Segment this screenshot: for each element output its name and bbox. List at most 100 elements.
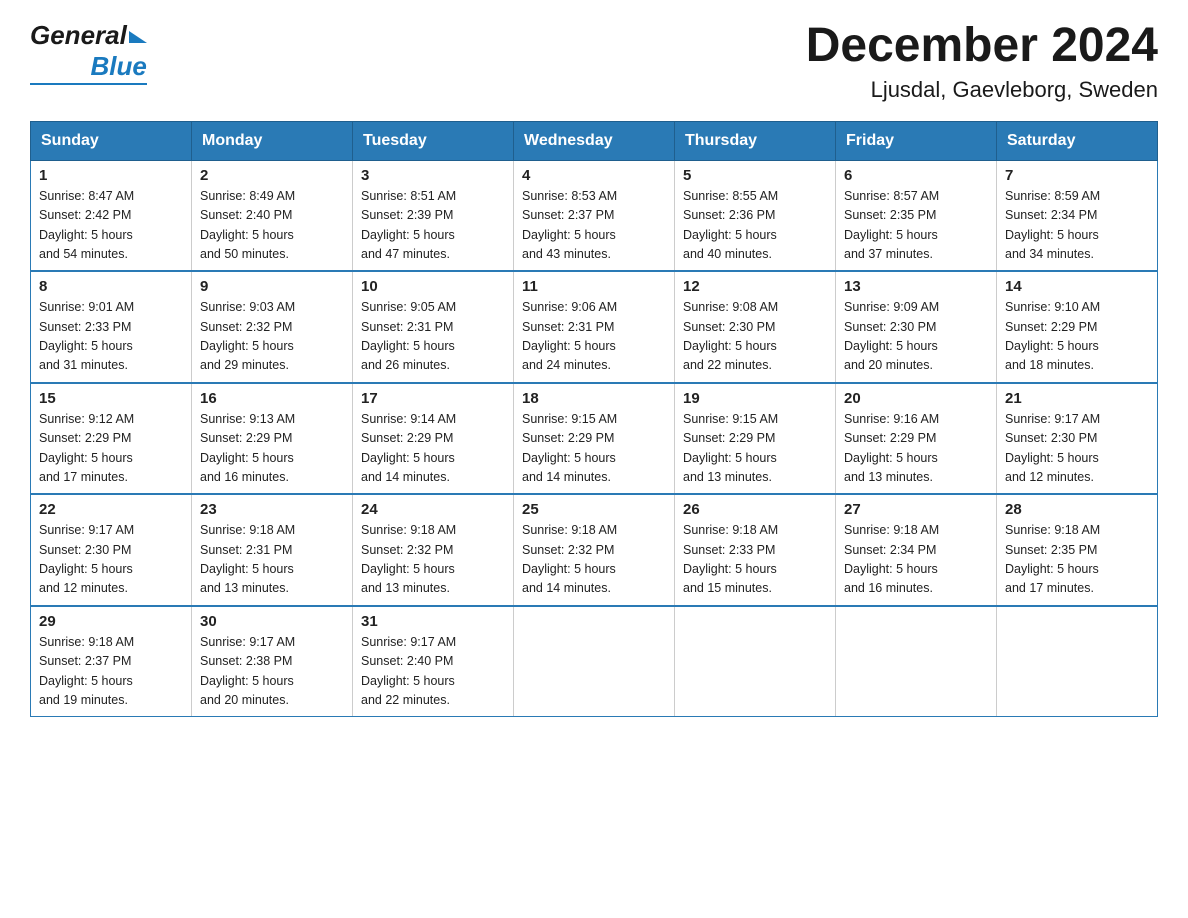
calendar-cell: 4 Sunrise: 8:53 AMSunset: 2:37 PMDaylight… bbox=[514, 160, 675, 271]
calendar-cell: 7 Sunrise: 8:59 AMSunset: 2:34 PMDaylight… bbox=[997, 160, 1158, 271]
day-number: 6 bbox=[844, 167, 988, 184]
calendar-header-thursday: Thursday bbox=[675, 121, 836, 160]
day-info: Sunrise: 9:17 AMSunset: 2:30 PMDaylight:… bbox=[39, 521, 183, 599]
day-number: 21 bbox=[1005, 390, 1149, 407]
calendar-cell bbox=[836, 606, 997, 717]
day-info: Sunrise: 8:59 AMSunset: 2:34 PMDaylight:… bbox=[1005, 187, 1149, 265]
calendar-cell: 12 Sunrise: 9:08 AMSunset: 2:30 PMDayligh… bbox=[675, 271, 836, 383]
calendar-cell: 25 Sunrise: 9:18 AMSunset: 2:32 PMDayligh… bbox=[514, 494, 675, 606]
day-info: Sunrise: 9:14 AMSunset: 2:29 PMDaylight:… bbox=[361, 410, 505, 488]
calendar-cell bbox=[997, 606, 1158, 717]
day-number: 30 bbox=[200, 613, 344, 630]
calendar-cell: 14 Sunrise: 9:10 AMSunset: 2:29 PMDayligh… bbox=[997, 271, 1158, 383]
logo-underline bbox=[30, 83, 147, 85]
day-number: 26 bbox=[683, 501, 827, 518]
day-info: Sunrise: 9:10 AMSunset: 2:29 PMDaylight:… bbox=[1005, 298, 1149, 376]
calendar-cell bbox=[675, 606, 836, 717]
calendar-cell: 29 Sunrise: 9:18 AMSunset: 2:37 PMDayligh… bbox=[31, 606, 192, 717]
day-number: 28 bbox=[1005, 501, 1149, 518]
day-info: Sunrise: 9:08 AMSunset: 2:30 PMDaylight:… bbox=[683, 298, 827, 376]
day-info: Sunrise: 9:12 AMSunset: 2:29 PMDaylight:… bbox=[39, 410, 183, 488]
calendar-cell: 30 Sunrise: 9:17 AMSunset: 2:38 PMDayligh… bbox=[192, 606, 353, 717]
calendar-cell: 22Sunrise: 9:17 AMSunset: 2:30 PMDayligh… bbox=[31, 494, 192, 606]
day-number: 27 bbox=[844, 501, 988, 518]
day-number: 17 bbox=[361, 390, 505, 407]
calendar-header-saturday: Saturday bbox=[997, 121, 1158, 160]
calendar-header-wednesday: Wednesday bbox=[514, 121, 675, 160]
day-info: Sunrise: 9:18 AMSunset: 2:32 PMDaylight:… bbox=[361, 521, 505, 599]
day-info: Sunrise: 8:53 AMSunset: 2:37 PMDaylight:… bbox=[522, 187, 666, 265]
page-title: December 2024 bbox=[806, 20, 1158, 73]
page-subtitle: Ljusdal, Gaevleborg, Sweden bbox=[806, 77, 1158, 103]
day-info: Sunrise: 9:15 AMSunset: 2:29 PMDaylight:… bbox=[683, 410, 827, 488]
day-number: 18 bbox=[522, 390, 666, 407]
calendar-header-sunday: Sunday bbox=[31, 121, 192, 160]
day-number: 14 bbox=[1005, 278, 1149, 295]
day-info: Sunrise: 9:18 AMSunset: 2:37 PMDaylight:… bbox=[39, 633, 183, 711]
page-header: General Blue December 2024 Ljusdal, Gaev… bbox=[30, 20, 1158, 103]
day-info: Sunrise: 9:18 AMSunset: 2:31 PMDaylight:… bbox=[200, 521, 344, 599]
calendar-cell: 5Sunrise: 8:55 AMSunset: 2:36 PMDaylight… bbox=[675, 160, 836, 271]
day-info: Sunrise: 9:09 AMSunset: 2:30 PMDaylight:… bbox=[844, 298, 988, 376]
day-info: Sunrise: 9:05 AMSunset: 2:31 PMDaylight:… bbox=[361, 298, 505, 376]
calendar-week-row: 22Sunrise: 9:17 AMSunset: 2:30 PMDayligh… bbox=[31, 494, 1158, 606]
calendar-header-row: SundayMondayTuesdayWednesdayThursdayFrid… bbox=[31, 121, 1158, 160]
calendar-week-row: 15Sunrise: 9:12 AMSunset: 2:29 PMDayligh… bbox=[31, 383, 1158, 495]
logo-blue-text: Blue bbox=[90, 51, 146, 82]
calendar-cell: 27Sunrise: 9:18 AMSunset: 2:34 PMDayligh… bbox=[836, 494, 997, 606]
day-number: 19 bbox=[683, 390, 827, 407]
calendar-week-row: 1 Sunrise: 8:47 AMSunset: 2:42 PMDaylight… bbox=[31, 160, 1158, 271]
day-number: 25 bbox=[522, 501, 666, 518]
calendar-cell: 3 Sunrise: 8:51 AMSunset: 2:39 PMDaylight… bbox=[353, 160, 514, 271]
calendar-cell: 28 Sunrise: 9:18 AMSunset: 2:35 PMDayligh… bbox=[997, 494, 1158, 606]
day-info: Sunrise: 9:18 AMSunset: 2:32 PMDaylight:… bbox=[522, 521, 666, 599]
day-number: 12 bbox=[683, 278, 827, 295]
day-info: Sunrise: 9:17 AMSunset: 2:38 PMDaylight:… bbox=[200, 633, 344, 711]
day-number: 10 bbox=[361, 278, 505, 295]
calendar-cell: 15Sunrise: 9:12 AMSunset: 2:29 PMDayligh… bbox=[31, 383, 192, 495]
day-number: 7 bbox=[1005, 167, 1149, 184]
calendar-cell: 24 Sunrise: 9:18 AMSunset: 2:32 PMDayligh… bbox=[353, 494, 514, 606]
day-info: Sunrise: 9:06 AMSunset: 2:31 PMDaylight:… bbox=[522, 298, 666, 376]
calendar-cell: 19 Sunrise: 9:15 AMSunset: 2:29 PMDayligh… bbox=[675, 383, 836, 495]
day-number: 5 bbox=[683, 167, 827, 184]
calendar-cell: 26 Sunrise: 9:18 AMSunset: 2:33 PMDayligh… bbox=[675, 494, 836, 606]
calendar-cell: 1 Sunrise: 8:47 AMSunset: 2:42 PMDaylight… bbox=[31, 160, 192, 271]
day-info: Sunrise: 9:01 AMSunset: 2:33 PMDaylight:… bbox=[39, 298, 183, 376]
calendar-cell: 16 Sunrise: 9:13 AMSunset: 2:29 PMDayligh… bbox=[192, 383, 353, 495]
calendar-cell: 8Sunrise: 9:01 AMSunset: 2:33 PMDaylight… bbox=[31, 271, 192, 383]
calendar-cell: 18 Sunrise: 9:15 AMSunset: 2:29 PMDayligh… bbox=[514, 383, 675, 495]
calendar-cell: 2Sunrise: 8:49 AMSunset: 2:40 PMDaylight… bbox=[192, 160, 353, 271]
day-number: 3 bbox=[361, 167, 505, 184]
calendar-header-monday: Monday bbox=[192, 121, 353, 160]
calendar-table: SundayMondayTuesdayWednesdayThursdayFrid… bbox=[30, 121, 1158, 718]
day-info: Sunrise: 9:18 AMSunset: 2:33 PMDaylight:… bbox=[683, 521, 827, 599]
day-info: Sunrise: 9:03 AMSunset: 2:32 PMDaylight:… bbox=[200, 298, 344, 376]
logo-general-text: General bbox=[30, 20, 127, 51]
day-info: Sunrise: 8:51 AMSunset: 2:39 PMDaylight:… bbox=[361, 187, 505, 265]
calendar-cell: 17 Sunrise: 9:14 AMSunset: 2:29 PMDayligh… bbox=[353, 383, 514, 495]
day-info: Sunrise: 9:18 AMSunset: 2:35 PMDaylight:… bbox=[1005, 521, 1149, 599]
calendar-cell: 10 Sunrise: 9:05 AMSunset: 2:31 PMDayligh… bbox=[353, 271, 514, 383]
calendar-cell: 23Sunrise: 9:18 AMSunset: 2:31 PMDayligh… bbox=[192, 494, 353, 606]
calendar-cell: 13 Sunrise: 9:09 AMSunset: 2:30 PMDayligh… bbox=[836, 271, 997, 383]
calendar-cell: 21 Sunrise: 9:17 AMSunset: 2:30 PMDayligh… bbox=[997, 383, 1158, 495]
day-info: Sunrise: 9:15 AMSunset: 2:29 PMDaylight:… bbox=[522, 410, 666, 488]
day-number: 13 bbox=[844, 278, 988, 295]
day-number: 24 bbox=[361, 501, 505, 518]
day-number: 16 bbox=[200, 390, 344, 407]
day-number: 1 bbox=[39, 167, 183, 184]
day-info: Sunrise: 9:16 AMSunset: 2:29 PMDaylight:… bbox=[844, 410, 988, 488]
day-info: Sunrise: 9:17 AMSunset: 2:30 PMDaylight:… bbox=[1005, 410, 1149, 488]
day-info: Sunrise: 9:17 AMSunset: 2:40 PMDaylight:… bbox=[361, 633, 505, 711]
calendar-header-tuesday: Tuesday bbox=[353, 121, 514, 160]
day-number: 29 bbox=[39, 613, 183, 630]
day-number: 2 bbox=[200, 167, 344, 184]
logo-arrow-icon bbox=[129, 31, 147, 43]
calendar-cell: 11 Sunrise: 9:06 AMSunset: 2:31 PMDayligh… bbox=[514, 271, 675, 383]
day-info: Sunrise: 9:13 AMSunset: 2:29 PMDaylight:… bbox=[200, 410, 344, 488]
day-number: 11 bbox=[522, 278, 666, 295]
day-number: 4 bbox=[522, 167, 666, 184]
day-info: Sunrise: 8:47 AMSunset: 2:42 PMDaylight:… bbox=[39, 187, 183, 265]
calendar-week-row: 8Sunrise: 9:01 AMSunset: 2:33 PMDaylight… bbox=[31, 271, 1158, 383]
